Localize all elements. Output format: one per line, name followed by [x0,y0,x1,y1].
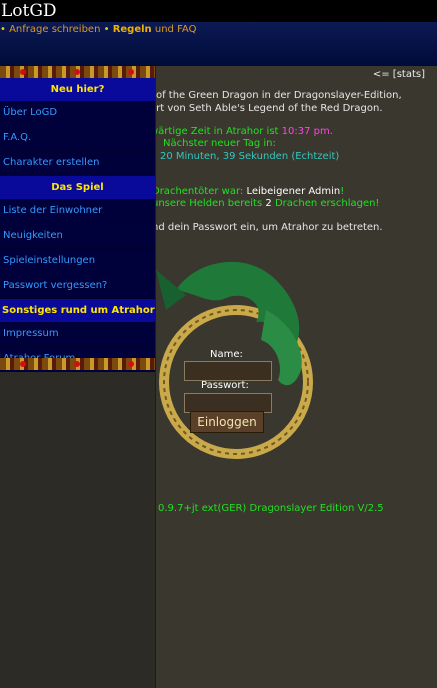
next-day-label: Nächster neuer Tag in: [163,138,276,149]
menu-item-faq[interactable]: F.A.Q. [0,126,155,151]
menu-item-neuigkeiten[interactable]: Neuigkeiten [0,224,155,249]
ornament-bottom [0,358,155,370]
time-suffix: . [329,126,333,137]
dragonslayer-suffix: ! [340,186,345,197]
heroes-count: 2 [265,198,272,209]
version-text: 0.9.7+jt ext(GER) Dragonslayer Edition V… [158,503,384,514]
sidebar: Neu hier? Über LoGD F.A.Q. Charakter ers… [0,66,156,688]
menu-heading-sonstiges: Sonstiges rund um Atrahor [0,299,155,322]
ornament-gem [74,361,80,367]
ornament-gem [74,69,80,75]
name-label: Name: [210,349,243,360]
link-faq[interactable]: und FAQ [155,24,197,35]
ornament-gem [128,361,134,367]
header-band: • Anfrage schreiben • Regeln und FAQ [0,22,437,66]
header-links: • Anfrage schreiben • Regeln und FAQ [0,24,196,35]
ornament-gem [128,69,134,75]
ornament-gem [20,361,26,367]
bullet: • [103,24,110,35]
ornament-gem [20,69,26,75]
top-bar: LotGD [0,0,437,22]
menu-item-ueber-logd[interactable]: Über LoGD [0,101,155,126]
next-day-value: 20 Minuten, 39 Sekunden (Echtzeit) [160,151,340,162]
login-button[interactable]: Einloggen [190,411,264,433]
stats-link[interactable]: <= [stats] [373,69,425,80]
site-title: LotGD [1,1,57,21]
menu-item-spieleinstellungen[interactable]: Spieleinstellungen [0,249,155,274]
menu-item-liste-der-einwohner[interactable]: Liste der Einwohner [0,199,155,224]
time-value: 10:37 pm [281,126,330,137]
heroes-suffix: Drachen erschlagen! [274,198,380,209]
dragonslayer-prefix: Drachentöter war: [152,186,244,197]
dragonslayer-line: Drachentöter war: Leibeigener Admin! [152,186,344,197]
menu-heading-neu-hier: Neu hier? [0,78,155,101]
time-prefix: wärtige Zeit in Atrahor ist [150,126,279,137]
menu-item-passwort-vergessen[interactable]: Passwort vergessen? [0,274,155,299]
ornament-top [0,66,155,78]
menu-item-charakter-erstellen[interactable]: Charakter erstellen [0,151,155,176]
sidebar-menu: Neu hier? Über LoGD F.A.Q. Charakter ers… [0,78,155,372]
dragon-emblem [156,261,313,459]
dragonslayer-name: Leibeigener Admin [246,186,341,197]
name-input[interactable] [184,361,272,381]
time-line: wärtige Zeit in Atrahor ist 10:37 pm. [150,126,333,137]
password-input[interactable] [184,393,272,413]
intro-line-2: ert von Seth Able's Legend of the Red Dr… [150,103,383,114]
menu-heading-das-spiel: Das Spiel [0,176,155,199]
heroes-line: unsere Helden bereits 2 Drachen erschlag… [152,198,379,209]
intro-line-1: l of the Green Dragon in der Dragonslaye… [150,90,402,101]
link-regeln[interactable]: Regeln [113,24,152,35]
bullet: • [0,24,6,35]
password-label: Passwort: [201,380,249,391]
heroes-prefix: unsere Helden bereits [152,198,263,209]
link-anfrage-schreiben[interactable]: Anfrage schreiben [9,24,100,35]
login-prompt: nd dein Passwort ein, um Atrahor zu betr… [152,222,383,233]
menu-item-impressum[interactable]: Impressum [0,322,155,347]
